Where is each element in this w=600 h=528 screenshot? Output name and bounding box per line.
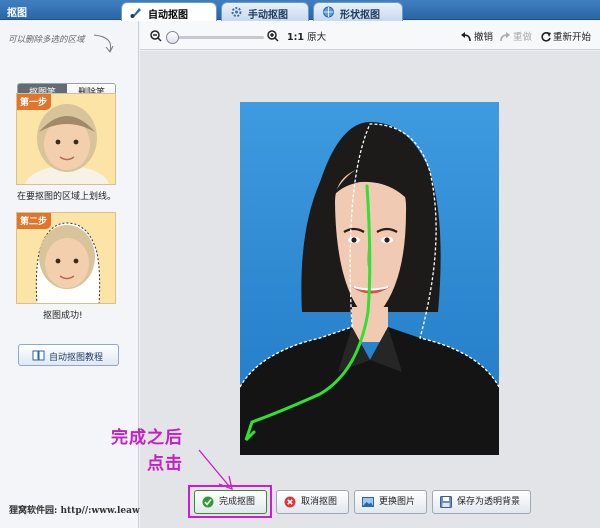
tab-shape-cutout[interactable]: 形状抠图 — [313, 2, 403, 21]
check-icon — [202, 496, 214, 508]
brush-icon — [130, 8, 141, 18]
original-size-label: 原大 — [307, 32, 327, 43]
redo-label: 重做 — [513, 32, 533, 43]
restart-button[interactable]: 重新开始 — [540, 23, 591, 52]
save-icon — [440, 496, 452, 508]
redo-icon — [500, 32, 510, 42]
step2-caption: 抠图成功! — [43, 311, 83, 321]
original-size-button[interactable]: 1:1 原大 — [287, 23, 326, 52]
ratio-label: 1:1 — [287, 32, 305, 43]
eraser-hint: 可以删除多选的区域 — [8, 35, 85, 45]
tab-auto-cutout-label: 自动抠图 — [148, 10, 188, 21]
restart-label: 重新开始 — [553, 32, 592, 43]
undo-label: 撤销 — [474, 32, 494, 43]
zoom-slider-handle[interactable] — [166, 31, 179, 44]
tab-manual-cutout[interactable]: 手动抠图 — [221, 2, 309, 21]
image-icon — [362, 497, 374, 507]
undo-icon — [461, 32, 471, 42]
tutorial-button[interactable]: 自动抠图教程 — [18, 344, 119, 366]
sidebar: 可以删除多选的区域 抠图笔 删除笔 第一步 在要抠图的区域上划线。 第二步 抠图… — [0, 21, 161, 528]
watermark: 狸窝软件园: http//:www.leawo.cn — [9, 506, 161, 516]
restart-icon — [541, 32, 551, 42]
redo-button[interactable]: 重做 — [499, 23, 532, 52]
tab-shape-cutout-label: 形状抠图 — [340, 10, 380, 21]
step2-badge: 第二步 — [17, 213, 52, 229]
annotation-line2: 点击 — [147, 454, 183, 474]
portrait-image — [240, 102, 499, 455]
gear-icon — [231, 7, 242, 17]
cancel-icon — [284, 496, 296, 508]
complete-cutout-button[interactable]: 完成抠图 — [194, 490, 267, 514]
save-transparent-label: 保存为透明背景 — [457, 497, 521, 507]
zoom-slider[interactable] — [170, 36, 264, 39]
app-title: 抠图 — [7, 8, 27, 19]
tab-auto-cutout[interactable]: 自动抠图 — [121, 2, 217, 22]
tab-manual-cutout-label: 手动抠图 — [248, 10, 288, 21]
change-image-button[interactable]: 更换图片 — [354, 490, 427, 514]
complete-cutout-label: 完成抠图 — [219, 497, 256, 507]
cancel-cutout-button[interactable]: 取消抠图 — [276, 490, 349, 514]
cancel-cutout-label: 取消抠图 — [301, 497, 338, 507]
step1-image: 第一步 — [16, 93, 116, 185]
step1-caption: 在要抠图的区域上划线。 — [17, 192, 117, 202]
zoom-out-icon[interactable] — [150, 30, 162, 42]
book-icon — [32, 350, 45, 361]
change-image-label: 更换图片 — [379, 497, 416, 507]
step2-image: 第二步 — [16, 212, 116, 304]
portrait-photo[interactable] — [240, 102, 499, 455]
annotation-line1: 完成之后 — [111, 428, 183, 448]
undo-button[interactable]: 撤销 — [460, 23, 493, 52]
step1-badge: 第一步 — [17, 94, 52, 110]
save-transparent-button[interactable]: 保存为透明背景 — [432, 490, 531, 514]
zoom-in-icon[interactable] — [267, 30, 279, 42]
globe-icon — [323, 6, 334, 18]
tutorial-label: 自动抠图教程 — [49, 353, 104, 363]
